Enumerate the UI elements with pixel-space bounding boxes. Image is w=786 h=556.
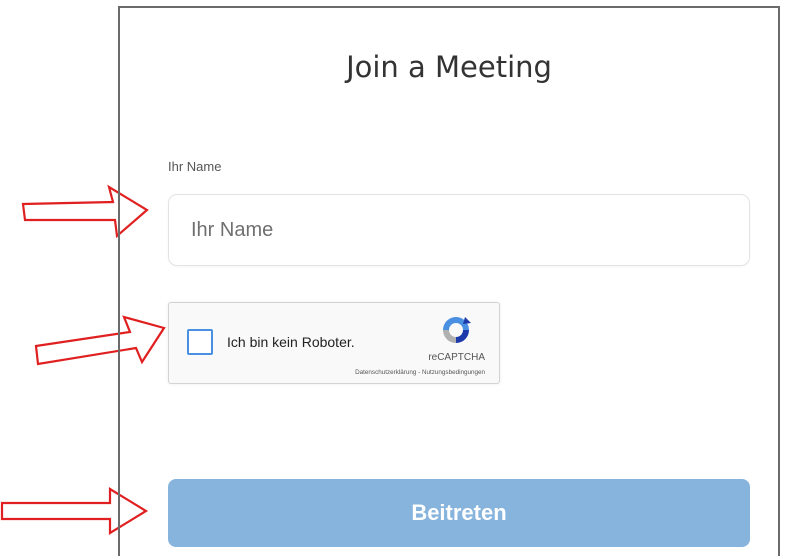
join-meeting-panel: Join a Meeting Ihr Name Ich bin kein Rob… bbox=[118, 6, 780, 556]
page-title: Join a Meeting bbox=[346, 50, 552, 84]
name-input[interactable] bbox=[168, 194, 750, 266]
recaptcha-widget: Ich bin kein Roboter. reCAPTCHA Datensch… bbox=[168, 302, 500, 384]
recaptcha-label: Ich bin kein Roboter. bbox=[227, 334, 355, 350]
recaptcha-checkbox[interactable] bbox=[187, 329, 213, 355]
join-button[interactable]: Beitreten bbox=[168, 479, 750, 547]
recaptcha-brand: reCAPTCHA bbox=[428, 352, 485, 363]
recaptcha-links[interactable]: Datenschutzerklärung - Nutzungsbedingung… bbox=[355, 369, 485, 376]
recaptcha-logo-icon bbox=[443, 317, 471, 343]
name-field-label: Ihr Name bbox=[168, 159, 222, 174]
